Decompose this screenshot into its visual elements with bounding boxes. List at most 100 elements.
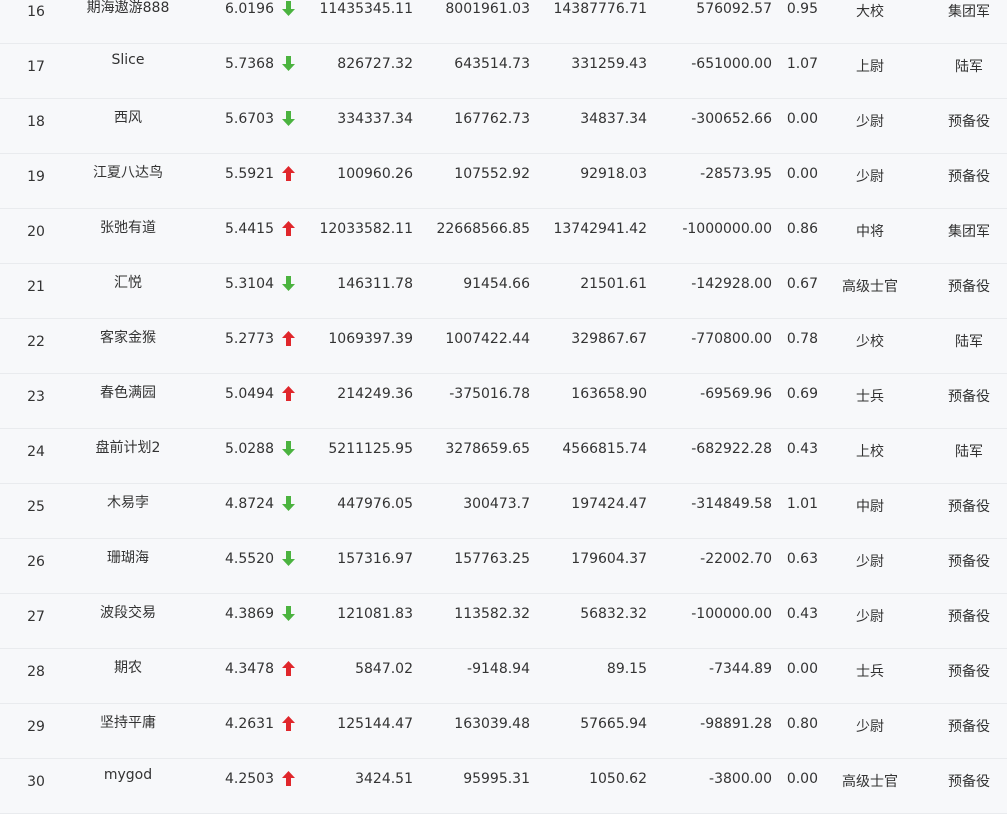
military-rank-label: 高级士官 bbox=[842, 279, 898, 295]
military-rank-label: 士兵 bbox=[856, 664, 884, 680]
ratio-value: 1.07 bbox=[786, 56, 818, 72]
trader-name-link[interactable]: 期农 bbox=[78, 657, 178, 677]
group-label: 预备役 bbox=[948, 114, 990, 130]
value-col-3: 1050.62 bbox=[589, 771, 647, 787]
group-label: 预备役 bbox=[948, 169, 990, 185]
table-row[interactable]: 16 期海遨游888 6.0196 11435345.11 8001961.03 1438… bbox=[0, 0, 1007, 44]
military-rank-label: 少尉 bbox=[856, 609, 884, 625]
value-col-3: 163658.90 bbox=[571, 386, 647, 402]
ratio-value: 0.86 bbox=[786, 221, 818, 237]
group-label: 预备役 bbox=[948, 279, 990, 295]
rank-number: 25 bbox=[27, 499, 45, 515]
arrow-up-icon bbox=[282, 166, 296, 182]
trader-name-link[interactable]: 春色满园 bbox=[78, 382, 178, 402]
group-label: 陆军 bbox=[955, 59, 983, 75]
value-col-2: 113582.32 bbox=[454, 606, 530, 622]
score-value: 5.3104 bbox=[225, 276, 274, 292]
arrow-up-icon bbox=[282, 661, 296, 677]
trader-name-link[interactable]: 盘前计划2 bbox=[78, 437, 178, 457]
group-label: 预备役 bbox=[948, 609, 990, 625]
rank-number: 23 bbox=[27, 389, 45, 405]
trader-name-link[interactable]: 波段交易 bbox=[78, 602, 178, 622]
military-rank-label: 上校 bbox=[856, 444, 884, 460]
arrow-up-icon bbox=[282, 221, 296, 237]
value-col-4: -3800.00 bbox=[709, 771, 772, 787]
trader-name-link[interactable]: 坚持平庸 bbox=[78, 712, 178, 732]
value-col-3: 197424.47 bbox=[571, 496, 647, 512]
score-value: 4.3478 bbox=[225, 661, 274, 677]
value-col-3: 34837.34 bbox=[580, 111, 647, 127]
arrow-down-icon bbox=[282, 496, 296, 512]
table-row[interactable]: 29 坚持平庸 4.2631 125144.47 163039.48 57665.94 -9… bbox=[0, 703, 1007, 759]
value-col-1: 12033582.11 bbox=[319, 221, 413, 237]
arrow-up-icon bbox=[282, 716, 296, 732]
military-rank-label: 上尉 bbox=[856, 59, 884, 75]
trader-name-link[interactable]: Slice bbox=[78, 52, 178, 68]
value-col-2: -375016.78 bbox=[449, 386, 530, 402]
arrow-down-icon bbox=[282, 276, 296, 292]
rank-number: 18 bbox=[27, 114, 45, 130]
group-label: 陆军 bbox=[955, 334, 983, 350]
table-row[interactable]: 24 盘前计划2 5.0288 5211125.95 3278659.65 4566815… bbox=[0, 428, 1007, 484]
table-row[interactable]: 28 期农 4.3478 5847.02 -9148.94 89.15 -7344.89 0.… bbox=[0, 648, 1007, 704]
value-col-1: 334337.34 bbox=[337, 111, 413, 127]
table-row[interactable]: 30 mygod 4.2503 3424.51 95995.31 1050.62 -3800… bbox=[0, 758, 1007, 814]
value-col-1: 11435345.11 bbox=[319, 1, 413, 17]
score-value: 4.5520 bbox=[225, 551, 274, 567]
arrow-down-icon bbox=[282, 111, 296, 127]
military-rank-label: 少尉 bbox=[856, 719, 884, 735]
table-row[interactable]: 27 波段交易 4.3869 121081.83 113582.32 56832.32 -1… bbox=[0, 593, 1007, 649]
value-col-2: 300473.7 bbox=[463, 496, 530, 512]
value-col-4: -100000.00 bbox=[691, 606, 772, 622]
score-value: 4.8724 bbox=[225, 496, 274, 512]
table-row[interactable]: 19 江夏八达鸟 5.5921 100960.26 107552.92 92918.03 -… bbox=[0, 153, 1007, 209]
table-row[interactable]: 20 张弛有道 5.4415 12033582.11 22668566.85 137429… bbox=[0, 208, 1007, 264]
rank-number: 24 bbox=[27, 444, 45, 460]
trader-name-link[interactable]: 期海遨游888 bbox=[78, 0, 178, 17]
group-label: 集团军 bbox=[948, 4, 990, 20]
value-col-3: 179604.37 bbox=[571, 551, 647, 567]
table-row[interactable]: 25 木易孛 4.8724 447976.05 300473.7 197424.47 -31… bbox=[0, 483, 1007, 539]
trader-name-link[interactable]: 客家金猴 bbox=[78, 327, 178, 347]
military-rank-label: 大校 bbox=[856, 4, 884, 20]
value-col-1: 157316.97 bbox=[337, 551, 413, 567]
value-col-1: 146311.78 bbox=[337, 276, 413, 292]
trader-name-link[interactable]: 江夏八达鸟 bbox=[78, 162, 178, 182]
value-col-3: 331259.43 bbox=[571, 56, 647, 72]
table-row[interactable]: 18 西风 5.6703 334337.34 167762.73 34837.34 -300… bbox=[0, 98, 1007, 154]
value-col-2: 8001961.03 bbox=[445, 1, 530, 17]
arrow-up-icon bbox=[282, 331, 296, 347]
arrow-up-icon bbox=[282, 771, 296, 787]
score-value: 5.0288 bbox=[225, 441, 274, 457]
arrow-down-icon bbox=[282, 551, 296, 567]
table-row[interactable]: 22 客家金猴 5.2773 1069397.39 1007422.44 329867.6… bbox=[0, 318, 1007, 374]
value-col-4: -314849.58 bbox=[691, 496, 772, 512]
score-value: 4.2503 bbox=[225, 771, 274, 787]
table-row[interactable]: 21 汇悦 5.3104 146311.78 91454.66 21501.61 -1429… bbox=[0, 263, 1007, 319]
group-label: 预备役 bbox=[948, 664, 990, 680]
table-row[interactable]: 23 春色满园 5.0494 214249.36 -375016.78 163658.90… bbox=[0, 373, 1007, 429]
value-col-4: -98891.28 bbox=[700, 716, 772, 732]
score-value: 5.4415 bbox=[225, 221, 274, 237]
trader-name-link[interactable]: mygod bbox=[78, 767, 178, 783]
trader-name-link[interactable]: 张弛有道 bbox=[78, 217, 178, 237]
value-col-3: 57665.94 bbox=[580, 716, 647, 732]
table-row[interactable]: 17 Slice 5.7368 826727.32 643514.73 331259.43… bbox=[0, 43, 1007, 99]
trader-name-link[interactable]: 木易孛 bbox=[78, 492, 178, 512]
military-rank-label: 士兵 bbox=[856, 389, 884, 405]
group-label: 预备役 bbox=[948, 389, 990, 405]
value-col-4: -22002.70 bbox=[700, 551, 772, 567]
ratio-value: 0.00 bbox=[786, 166, 818, 182]
value-col-4: -69569.96 bbox=[700, 386, 772, 402]
ratio-value: 0.00 bbox=[786, 661, 818, 677]
rank-number: 19 bbox=[27, 169, 45, 185]
rank-number: 26 bbox=[27, 554, 45, 570]
trader-name-link[interactable]: 西风 bbox=[78, 107, 178, 127]
rank-number: 28 bbox=[27, 664, 45, 680]
trader-name-link[interactable]: 珊瑚海 bbox=[78, 547, 178, 567]
trader-name-link[interactable]: 汇悦 bbox=[78, 272, 178, 292]
ratio-value: 0.80 bbox=[786, 716, 818, 732]
table-row[interactable]: 26 珊瑚海 4.5520 157316.97 157763.25 179604.37 -2… bbox=[0, 538, 1007, 594]
value-col-2: 643514.73 bbox=[454, 56, 530, 72]
value-col-1: 100960.26 bbox=[337, 166, 413, 182]
